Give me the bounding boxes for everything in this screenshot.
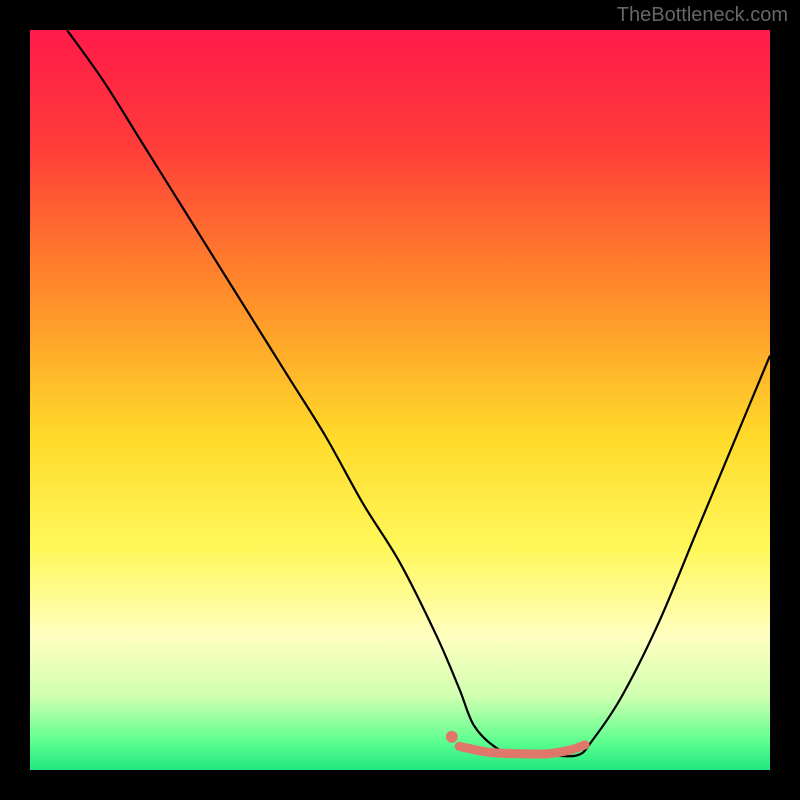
- plot-area: [30, 30, 770, 770]
- chart-svg: [30, 30, 770, 770]
- highlight-dot: [446, 731, 458, 743]
- watermark-text: TheBottleneck.com: [617, 4, 788, 27]
- chart-container: TheBottleneck.com: [0, 0, 800, 800]
